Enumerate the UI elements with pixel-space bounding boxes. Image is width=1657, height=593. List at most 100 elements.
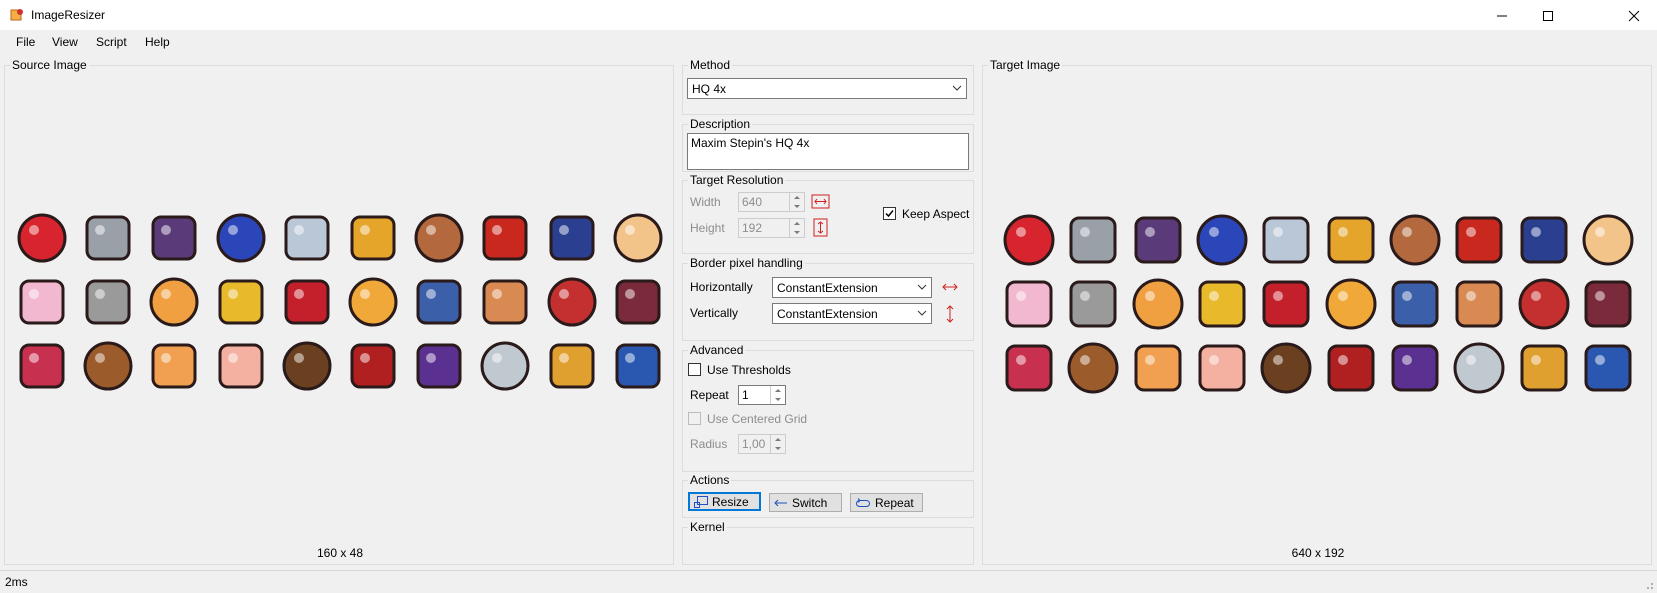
window-title: ImageResizer <box>31 8 106 22</box>
vertical-value: ConstantExtension <box>777 307 878 321</box>
grapes-icon <box>1383 336 1447 400</box>
scissors-icon <box>1061 272 1125 336</box>
egg-icon <box>605 206 671 270</box>
width-input[interactable]: 640 <box>738 192 805 212</box>
shield-icon <box>1383 208 1447 272</box>
cup-icon <box>997 272 1061 336</box>
menu-script[interactable]: Script <box>96 35 127 49</box>
menu-file[interactable]: File <box>16 35 35 49</box>
height-spinner[interactable] <box>789 219 804 237</box>
height-input[interactable]: 192 <box>738 218 805 238</box>
vertical-arrow-icon <box>946 305 954 323</box>
cane-icon <box>539 334 605 398</box>
horizontal-value: ConstantExtension <box>777 281 878 295</box>
peach-icon <box>208 334 274 398</box>
cane-icon <box>1511 336 1575 400</box>
description-text[interactable]: Maxim Stepin's HQ 4x <box>687 133 969 170</box>
armor-icon <box>1061 208 1125 272</box>
actions-title: Actions <box>688 473 732 487</box>
resolution-group: Target Resolution Width 640 Height 192 K… <box>682 173 974 254</box>
menu-bar: File View Script Help <box>0 32 1657 52</box>
repeat-value: 1 <box>742 388 749 402</box>
sparkle-icon <box>141 270 207 334</box>
lock-height-icon[interactable] <box>811 218 831 238</box>
close-button[interactable] <box>1611 0 1657 31</box>
robe-icon <box>539 206 605 270</box>
radius-input[interactable]: 1,00 <box>738 434 786 454</box>
method-value: HQ 4x <box>692 82 727 96</box>
mug-icon <box>1318 272 1382 336</box>
source-image-panel: Source Image 160 x 48 <box>4 58 674 565</box>
chevron-down-icon <box>917 310 927 316</box>
radius-spinner[interactable] <box>770 435 785 453</box>
sandwich-icon <box>1447 272 1511 336</box>
minimize-button[interactable] <box>1479 0 1525 31</box>
armor-icon <box>75 206 141 270</box>
donut-icon <box>1126 336 1190 400</box>
method-select[interactable]: HQ 4x <box>687 78 967 99</box>
cape-icon <box>1447 208 1511 272</box>
height-label: Height <box>690 221 725 235</box>
repeat-label: Repeat <box>690 388 729 402</box>
menu-view[interactable]: View <box>52 35 78 49</box>
log-icon <box>75 334 141 398</box>
dagger-icon <box>1511 272 1575 336</box>
description-title: Description <box>688 117 753 131</box>
kernel-group: Kernel <box>682 520 974 565</box>
cape-icon <box>472 206 538 270</box>
height-value: 192 <box>742 221 763 235</box>
robe-icon <box>1511 208 1575 272</box>
repeat-spinner[interactable] <box>770 386 785 404</box>
kernel-title: Kernel <box>688 520 727 534</box>
resize-button[interactable]: Resize <box>688 492 761 511</box>
gem-icon <box>274 206 340 270</box>
border-group: Border pixel handling Horizontally Const… <box>682 256 974 341</box>
chevron-down-icon <box>917 284 927 290</box>
repeat-icon <box>856 497 870 507</box>
actions-group: Actions Resize Switch Repeat <box>682 473 974 518</box>
use-thresholds-label: Use Thresholds <box>707 363 791 377</box>
repeat-input[interactable]: 1 <box>738 385 786 405</box>
source-dimensions: 160 x 48 <box>316 546 364 560</box>
resolution-title: Target Resolution <box>688 173 786 187</box>
close-icon <box>1628 10 1640 21</box>
maximize-icon <box>1543 10 1553 21</box>
grapes-icon <box>406 334 472 398</box>
source-image <box>9 206 671 398</box>
method-group: Method HQ 4x <box>682 58 974 115</box>
switch-button[interactable]: Switch <box>769 493 842 512</box>
scissors-icon <box>75 270 141 334</box>
donut-icon <box>141 334 207 398</box>
centered-grid-checkbox[interactable] <box>688 412 701 425</box>
centered-grid-label: Use Centered Grid <box>707 412 808 426</box>
menu-help[interactable]: Help <box>145 35 170 49</box>
arrow-left-icon <box>774 499 787 506</box>
border-title: Border pixel handling <box>688 256 805 270</box>
target-image <box>997 208 1640 400</box>
repeat-button[interactable]: Repeat <box>850 493 923 512</box>
status-text: 2ms <box>5 575 28 589</box>
potion-icon <box>1318 336 1382 400</box>
resize-grip-icon[interactable] <box>1644 580 1654 590</box>
sparkle-icon <box>1126 272 1190 336</box>
checkmark-icon <box>885 210 894 218</box>
keep-aspect-checkbox[interactable] <box>883 207 896 220</box>
mug-icon <box>340 270 406 334</box>
boot-icon <box>1254 336 1318 400</box>
horizontal-label: Horizontally <box>690 280 753 294</box>
strawberry-icon <box>9 206 75 270</box>
boot-icon <box>274 334 340 398</box>
dagger-icon <box>539 270 605 334</box>
width-spinner[interactable] <box>789 193 804 211</box>
maximize-button[interactable] <box>1525 0 1571 31</box>
target-dimensions: 640 x 192 <box>1291 546 1345 560</box>
use-thresholds-checkbox[interactable] <box>688 363 701 376</box>
lock-width-icon[interactable] <box>811 192 831 212</box>
horizontal-select[interactable]: ConstantExtension <box>772 277 932 298</box>
vertical-select[interactable]: ConstantExtension <box>772 303 932 324</box>
radius-label: Radius <box>690 437 728 451</box>
radius-value: 1,00 <box>742 437 766 451</box>
width-label: Width <box>690 195 721 209</box>
keep-aspect-label: Keep Aspect <box>902 207 970 221</box>
gem-icon <box>1254 208 1318 272</box>
